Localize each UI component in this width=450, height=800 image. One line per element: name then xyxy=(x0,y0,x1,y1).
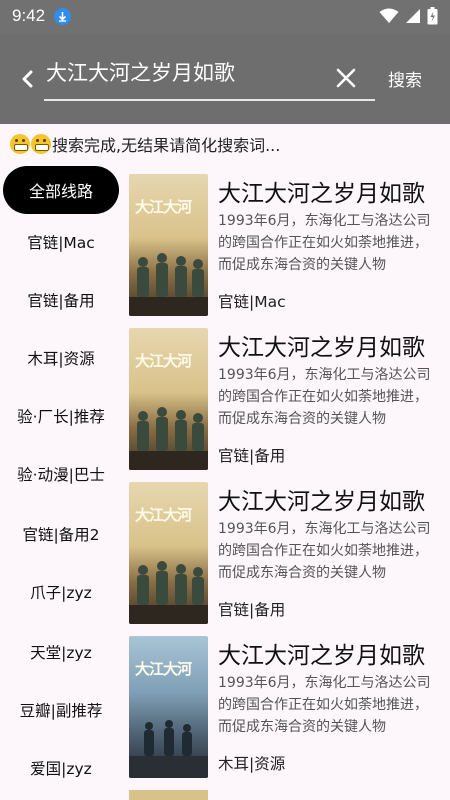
result-source: 木耳|资源 xyxy=(218,755,286,773)
signal-icon xyxy=(405,8,421,28)
result-source: 官链|备用 xyxy=(218,601,286,619)
source-item[interactable]: 豆瓣|副推荐 xyxy=(0,690,122,730)
result-title: 大江大河之岁月如歌 xyxy=(218,643,425,669)
source-item[interactable]: 爱国|zyz xyxy=(0,748,122,788)
result-description: 1993年6月，东海化工与洛达公司的跨国合作正在如火如荼地推进，而促成东海合资的… xyxy=(218,213,431,273)
source-item[interactable]: 官链|备用2 xyxy=(0,514,122,554)
search-status-text: 搜索完成,无结果请简化搜索词... xyxy=(52,136,281,155)
battery-icon xyxy=(427,7,438,29)
search-button[interactable]: 搜索 xyxy=(388,66,422,91)
status-time: 9:42 xyxy=(12,6,46,25)
source-item[interactable]: 验·厂长|推荐 xyxy=(0,396,122,436)
result-source: 官链|备用 xyxy=(218,447,286,465)
source-item[interactable]: 木耳|资源 xyxy=(0,338,122,378)
source-item[interactable]: 天堂|zyz xyxy=(0,632,122,672)
source-item[interactable]: 爪子|zyz xyxy=(0,572,122,612)
search-input-underline xyxy=(44,99,375,101)
search-status-hint: 搜索完成,无结果请简化搜索词... xyxy=(10,132,280,156)
result-title: 大江大河之岁月如歌 xyxy=(218,489,425,515)
grimacing-face-icon xyxy=(31,134,51,154)
source-item[interactable]: 官链|Mac xyxy=(0,222,122,262)
source-item[interactable]: 官链|备用 xyxy=(0,280,122,320)
poster-title: 大江大河 xyxy=(135,660,192,678)
result-poster: 大江大河 xyxy=(129,328,208,470)
poster-title: 大江大河 xyxy=(135,198,192,216)
poster-title: 大江大河 xyxy=(135,506,192,524)
search-input[interactable] xyxy=(46,60,331,84)
result-poster: 大江大河 xyxy=(129,482,208,624)
source-item[interactable]: 验·动漫|巴士 xyxy=(0,454,122,494)
download-icon xyxy=(54,8,71,25)
wifi-icon xyxy=(379,8,399,28)
source-item-all[interactable]: 全部线路 xyxy=(3,166,119,214)
result-card[interactable]: 大江大河 大江大河之岁月如歌 1993年6月，东海化工与洛达公司的跨国合作正在如… xyxy=(129,174,439,319)
back-arrow-icon[interactable] xyxy=(17,64,41,94)
result-description: 1993年6月，东海化工与洛达公司的跨国合作正在如火如荼地推进，而促成东海合资的… xyxy=(218,521,431,581)
result-description: 1993年6月，东海化工与洛达公司的跨国合作正在如火如荼地推进，而促成东海合资的… xyxy=(218,367,431,427)
search-app-bar: 搜索 xyxy=(0,34,450,124)
result-card[interactable]: 大江大河 大江大河之岁月如歌 1993年6月，东海化工与洛达公司的跨国合作正在如… xyxy=(129,636,439,781)
grimacing-face-icon xyxy=(10,134,30,154)
result-poster: 大江大河 xyxy=(129,174,208,316)
result-poster-partial xyxy=(129,790,208,800)
result-title: 大江大河之岁月如歌 xyxy=(218,335,425,361)
result-poster: 大江大河 xyxy=(129,636,208,778)
result-title: 大江大河之岁月如歌 xyxy=(218,181,425,207)
result-card[interactable]: 大江大河 大江大河之岁月如歌 1993年6月，东海化工与洛达公司的跨国合作正在如… xyxy=(129,482,439,627)
result-description: 1993年6月，东海化工与洛达公司的跨国合作正在如火如荼地推进，而促成东海合资的… xyxy=(218,675,431,735)
poster-title: 大江大河 xyxy=(135,352,192,370)
result-source: 官链|Mac xyxy=(218,293,286,311)
result-card[interactable]: 大江大河 大江大河之岁月如歌 1993年6月，东海化工与洛达公司的跨国合作正在如… xyxy=(129,328,439,473)
status-bar: 9:42 xyxy=(0,0,450,34)
clear-search-icon[interactable] xyxy=(334,66,358,90)
